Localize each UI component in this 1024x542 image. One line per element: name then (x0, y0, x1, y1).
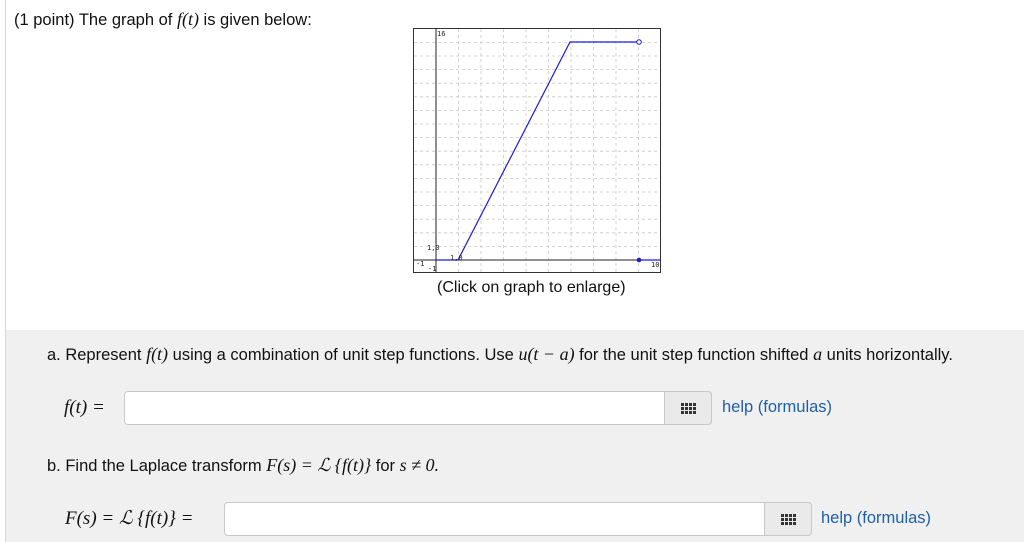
equation-editor-button-b[interactable] (764, 502, 812, 536)
answer-a-field[interactable] (124, 391, 712, 425)
answer-a-input[interactable] (125, 392, 711, 424)
keypad-icon (780, 513, 796, 525)
part-b-text-2: for (371, 457, 400, 475)
answer-b-input[interactable] (225, 503, 811, 535)
part-a-function: f(t) (146, 344, 169, 364)
keypad-icon (680, 402, 696, 414)
part-a-text-1: a. Represent (47, 346, 147, 364)
part-a-text-3: for the unit step function shifted (574, 346, 814, 364)
open-dot (636, 39, 642, 45)
graph-svg[interactable]: 16 1,0 1,0 10 -1 -1 (413, 28, 661, 273)
part-b-formula: F(s) = ℒ {f(t)} (266, 455, 372, 475)
part-b-text-1: b. Find the Laplace transform (47, 457, 267, 475)
y-top-tick-label: 16 (437, 30, 445, 38)
part-a-text-2: using a combination of unit step functio… (168, 346, 519, 364)
header-function: f(t) (176, 9, 199, 29)
y-bottom-tick-label: -1 (428, 265, 436, 273)
help-formulas-link-b[interactable]: help (formulas) (821, 509, 931, 528)
part-a-question: a. Represent f(t) using a combination of… (47, 344, 953, 365)
problem-header: (1 point) The graph of f(t) is given bel… (14, 9, 312, 30)
part-a-variable: a (813, 344, 823, 364)
x-right-tick-label: 10 (651, 261, 659, 269)
closed-dot (636, 257, 642, 263)
answer-b-field[interactable] (224, 502, 812, 536)
graph-caption: (Click on graph to enlarge) (437, 279, 626, 296)
help-formulas-link-a[interactable]: help (formulas) (722, 398, 832, 417)
y-one-tick-label: 1,0 (427, 244, 440, 252)
answer-b-label: F(s) = ℒ {f(t)} = (65, 508, 194, 529)
header-text-2: is given below: (198, 11, 312, 29)
part-b-question: b. Find the Laplace transform F(s) = ℒ {… (47, 455, 439, 476)
part-a-text-4: units horizontally. (822, 346, 953, 364)
graph-frame (413, 28, 661, 273)
x-one-tick-label: 1,0 (450, 254, 463, 262)
equation-editor-button-a[interactable] (664, 391, 712, 425)
x-left-tick-label: -1 (416, 260, 424, 268)
part-a-step-function: u(t − a) (518, 344, 575, 364)
answer-a-label: f(t) = (64, 397, 105, 418)
function-graph[interactable]: 16 1,0 1,0 10 -1 -1 (413, 28, 661, 273)
part-b-condition: s ≠ 0. (399, 455, 440, 475)
header-text-1: The graph of (74, 11, 177, 29)
points-label: (1 point) (14, 11, 75, 29)
